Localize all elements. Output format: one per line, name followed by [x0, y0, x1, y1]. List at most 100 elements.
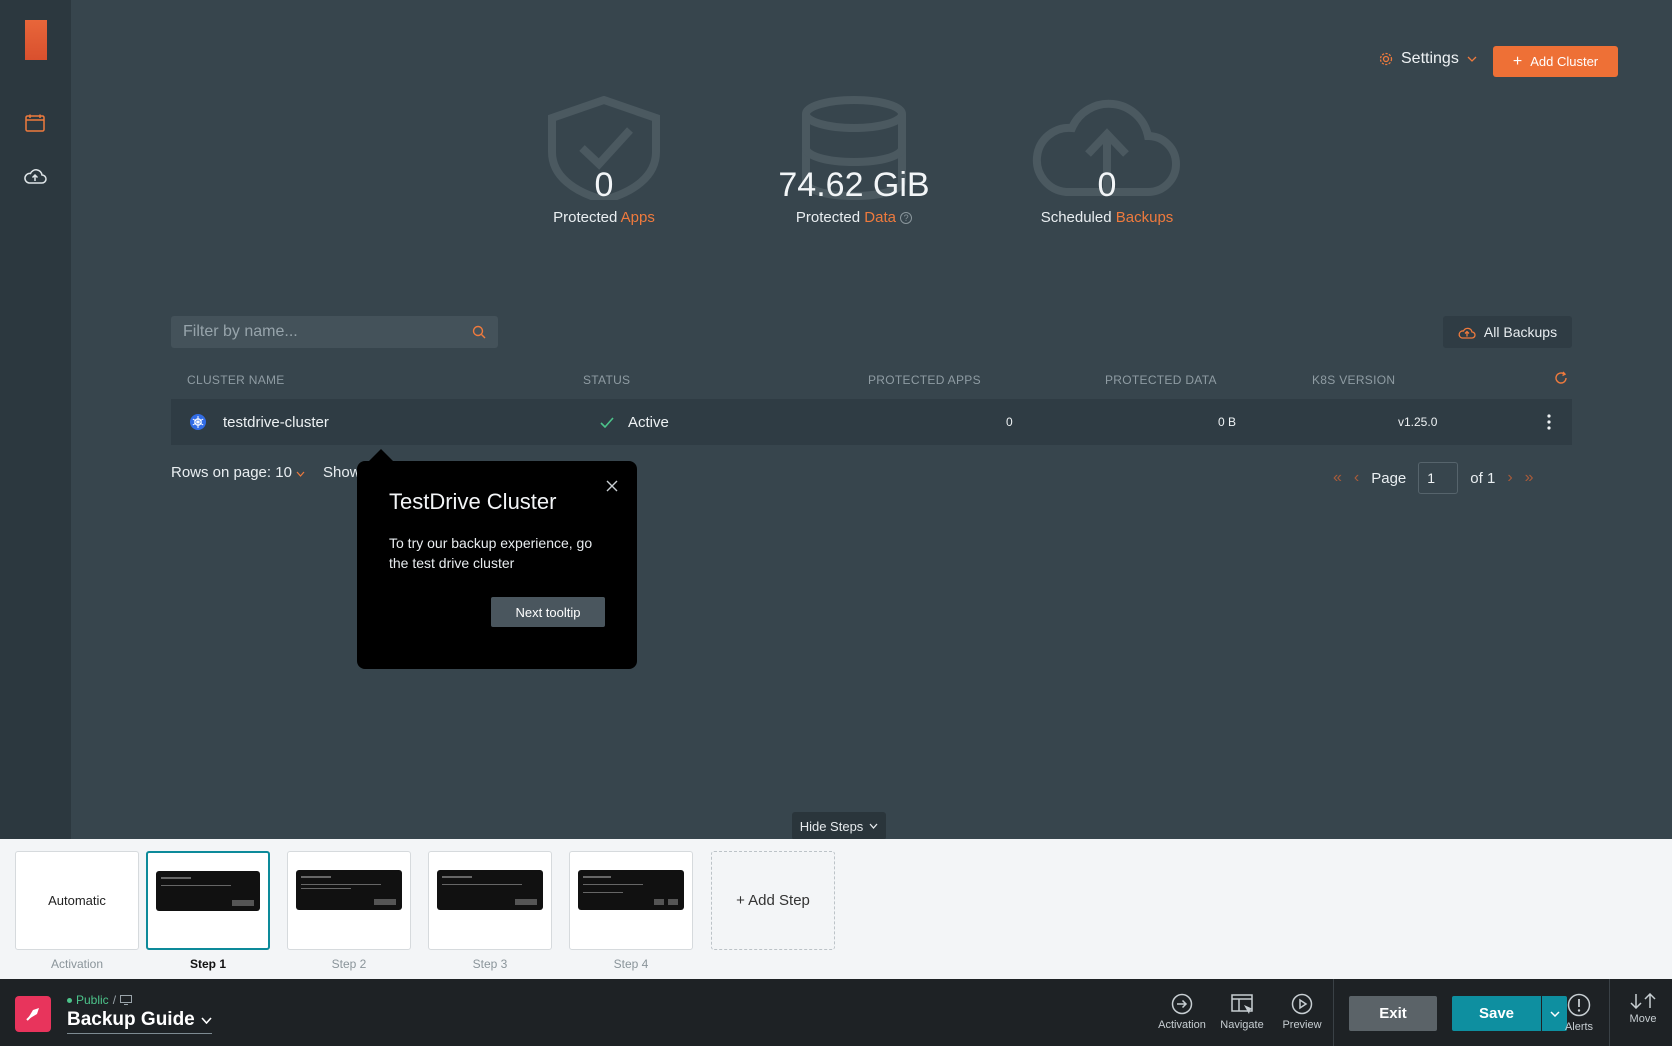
first-page-icon[interactable]: «	[1333, 469, 1342, 487]
step-thumbnail	[296, 870, 402, 910]
column-header-protected-data[interactable]: PROTECTED DATA	[1105, 373, 1217, 387]
status-badge: Active	[600, 399, 669, 445]
step-card-3[interactable]	[428, 851, 552, 950]
step-thumbnail	[437, 870, 543, 910]
step-card-2[interactable]	[287, 851, 411, 950]
stat-value: 0	[594, 166, 614, 204]
step-label-2: Step 2	[331, 957, 367, 971]
plus-icon: +	[1512, 52, 1523, 70]
stat-value: 0	[1097, 166, 1117, 204]
hide-steps-button[interactable]: Hide Steps	[792, 812, 886, 840]
gear-icon	[1379, 52, 1393, 66]
stat-label: Scheduled Backups	[1040, 209, 1174, 226]
column-header-protected-apps[interactable]: PROTECTED APPS	[868, 373, 981, 387]
column-header-k8s-version[interactable]: K8S VERSION	[1312, 373, 1395, 387]
stat-protected-apps: 0 Protected Apps	[494, 96, 714, 226]
all-backups-label: All Backups	[1483, 324, 1558, 340]
rows-per-page-select[interactable]: Rows on page: 10	[171, 464, 305, 481]
activation-card-label: Automatic	[48, 893, 106, 908]
help-icon[interactable]: ?	[900, 212, 913, 225]
check-icon	[600, 416, 614, 428]
filter-box	[171, 316, 498, 348]
visibility-status: Public /	[67, 993, 133, 1007]
protected-apps-value: 0	[1006, 415, 1013, 429]
alert-icon	[1567, 993, 1591, 1017]
alerts-tool[interactable]: Alerts	[1550, 993, 1608, 1033]
add-step-button[interactable]: + Add Step	[711, 851, 835, 950]
preview-tool[interactable]: Preview	[1273, 993, 1331, 1031]
filter-input[interactable]	[183, 323, 443, 341]
tooltip-title: TestDrive Cluster	[389, 489, 557, 514]
tooltip-body: To try our backup experience, go the tes…	[389, 535, 593, 571]
column-header-cluster-name[interactable]: CLUSTER NAME	[187, 373, 285, 387]
pagination: « ‹ Page of 1 › »	[1333, 462, 1534, 494]
chevron-down-icon	[869, 823, 878, 829]
settings-menu[interactable]: Settings	[1379, 50, 1477, 68]
refresh-icon[interactable]	[1554, 371, 1568, 390]
exit-button[interactable]: Exit	[1349, 996, 1437, 1031]
sidebar	[0, 0, 71, 839]
play-icon	[1291, 993, 1313, 1015]
stat-label: Protected Data ?	[744, 209, 964, 226]
navigate-icon	[1231, 994, 1253, 1014]
stat-value: 74.62 GiB	[778, 166, 930, 204]
cloud-upload-icon[interactable]	[22, 163, 48, 189]
guide-tooltip: TestDrive Cluster To try our backup expe…	[357, 449, 637, 669]
add-cluster-button[interactable]: + Add Cluster	[1493, 46, 1618, 77]
arrow-circle-icon	[1171, 993, 1193, 1015]
steps-panel: Automatic Activation Step 1 Step 2 Step …	[0, 839, 1672, 979]
guide-name: Backup Guide	[67, 1009, 195, 1030]
search-icon[interactable]	[472, 325, 486, 339]
navigate-tool[interactable]: Navigate	[1213, 993, 1271, 1031]
table-row[interactable]: testdrive-cluster Active 0 0 B v1.25.0	[171, 399, 1572, 445]
separator: /	[112, 993, 117, 1007]
settings-label: Settings	[1401, 50, 1459, 67]
stat-label: Protected Apps	[553, 209, 655, 226]
last-page-icon[interactable]: »	[1525, 469, 1534, 487]
step-label-activation: Activation	[50, 957, 104, 971]
editor-toolbar: Public / Backup Guide Activation Navigat…	[0, 979, 1672, 1046]
next-tooltip-button[interactable]: Next tooltip	[491, 597, 605, 627]
protected-data-value: 0 B	[1218, 415, 1237, 429]
status-text: Active	[628, 413, 669, 431]
stat-scheduled-backups: 0 Scheduled Backups	[997, 96, 1217, 226]
monitor-icon	[120, 995, 133, 1005]
next-page-icon[interactable]: ›	[1507, 469, 1512, 487]
cloud-upload-icon	[1458, 327, 1476, 339]
page-label: Page	[1371, 469, 1407, 487]
brand-logo[interactable]	[15, 996, 51, 1032]
chevron-down-icon	[296, 471, 305, 477]
step-card-4[interactable]	[569, 851, 693, 950]
prev-page-icon[interactable]: ‹	[1354, 469, 1359, 487]
activation-tool[interactable]: Activation	[1153, 993, 1211, 1031]
more-vertical-icon[interactable]	[1546, 399, 1552, 445]
step-thumbnail	[578, 870, 684, 910]
column-header-status[interactable]: STATUS	[583, 373, 630, 387]
move-arrows-icon	[1630, 993, 1656, 1009]
step-card-1[interactable]	[146, 851, 270, 950]
show-label[interactable]: Show	[323, 464, 361, 481]
activation-card[interactable]: Automatic	[15, 851, 139, 950]
visibility-label: Public	[76, 993, 109, 1007]
save-button[interactable]: Save	[1452, 996, 1541, 1031]
step-label-3: Step 3	[472, 957, 508, 971]
main-content: Settings + Add Cluster 0 Protected Apps …	[71, 0, 1672, 840]
kubernetes-icon	[189, 399, 207, 445]
page-of-label: of 1	[1470, 469, 1496, 487]
page-number-input[interactable]	[1418, 462, 1459, 494]
step-label-1: Step 1	[189, 957, 226, 971]
app-logo[interactable]	[25, 20, 47, 60]
step-label-4: Step 4	[613, 957, 649, 971]
divider	[1609, 979, 1610, 1046]
calendar-icon[interactable]	[22, 110, 48, 136]
close-icon[interactable]	[605, 479, 621, 495]
cluster-name[interactable]: testdrive-cluster	[223, 399, 329, 445]
stat-protected-data: 74.62 GiB Protected Data ?	[744, 96, 964, 226]
divider	[1333, 979, 1334, 1046]
add-cluster-label: Add Cluster	[1530, 54, 1599, 69]
all-backups-button[interactable]: All Backups	[1443, 316, 1572, 348]
move-tool[interactable]: Move	[1616, 993, 1670, 1025]
guide-name-select[interactable]: Backup Guide	[67, 1009, 212, 1034]
status-dot	[67, 997, 72, 1003]
step-thumbnail	[156, 871, 260, 911]
